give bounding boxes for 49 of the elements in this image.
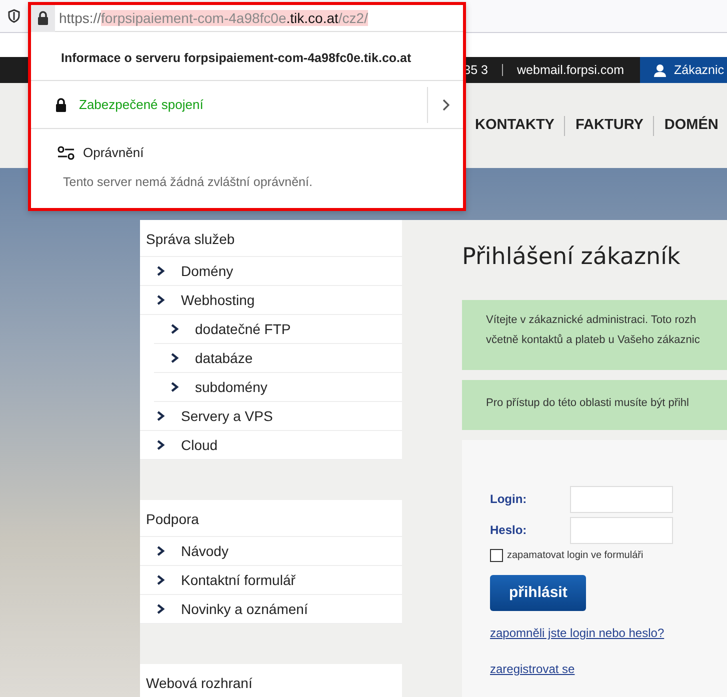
field-label: Heslo: [490, 522, 528, 539]
account-button[interactable]: Zákaznic [640, 57, 727, 83]
sidebar-link[interactable]: dodatečné FTP [154, 315, 402, 344]
page-heading: Přihlášení zákazník [462, 243, 682, 272]
checkbox[interactable] [490, 548, 503, 562]
user-icon [654, 64, 666, 76]
shield-icon [8, 9, 20, 23]
chevron-icon [156, 440, 165, 450]
text-link[interactable]: zapomněli jste login nebo heslo? [490, 624, 664, 642]
sidebar-link[interactable]: Novinky a oznámení [140, 595, 402, 624]
text-link[interactable]: zaregistrovat se [490, 660, 575, 678]
webmail-link[interactable]: webmail.forpsi.com [517, 60, 624, 80]
lock-icon [37, 11, 49, 25]
nav-link[interactable]: FAKTURY [575, 114, 644, 136]
lock-icon [55, 98, 67, 112]
nav-link[interactable]: KONTAKTY [475, 114, 554, 136]
section-title: Správa služeb [140, 220, 402, 257]
sidebar-link[interactable]: Domény [140, 257, 402, 286]
chevron-icon [156, 604, 165, 614]
sidebar-link[interactable]: Kontaktní formulář [140, 566, 402, 595]
permissions-text: Tento server nemá žádná zvláštní oprávnění. [62, 174, 314, 191]
chevron-icon [156, 411, 165, 421]
sidebar-link[interactable]: Webhosting [140, 286, 402, 315]
chevron-icon [156, 546, 165, 556]
sidebar-link[interactable]: Cloud [140, 431, 402, 460]
section-title: Podpora [140, 500, 402, 537]
section-title: Webová rozhraní [140, 664, 402, 697]
login-button[interactable]: přihlásit [490, 574, 586, 611]
chevron-icon [170, 324, 179, 334]
field-label: Login: [490, 491, 528, 508]
chevron-icon [156, 266, 165, 276]
notice-message: Vítejte v zákaznické administraci. Toto rozh včetně kontaktů a plateb u Vašeho zákaznic [462, 300, 727, 370]
sidebar-link[interactable]: subdomény [154, 373, 402, 402]
input-field[interactable] [570, 486, 673, 512]
chevron-icon [170, 353, 179, 363]
sidebar-link[interactable]: Servery a VPS [140, 402, 402, 431]
chevron-icon [156, 575, 165, 585]
chevron-icon [170, 382, 179, 392]
sidebar-link[interactable]: Návody [140, 537, 402, 566]
popup-title: Informace o serveru forpsipaiement-com-4a98fc0e.tik.co.at [31, 32, 463, 81]
permissions-title: Oprávnění [83, 144, 144, 162]
nav-link[interactable]: DOMÉN [664, 114, 718, 136]
sidebar-link[interactable]: databáze [154, 344, 402, 373]
checkbox-label: zapamatovat login ve formuláři [507, 548, 644, 562]
chevron-icon [442, 98, 450, 110]
chevron-icon [156, 295, 165, 305]
input-field[interactable] [570, 516, 673, 544]
notice-message: Pro přístup do této oblasti musíte být přihl [462, 380, 727, 430]
sliders-icon [57, 146, 75, 160]
